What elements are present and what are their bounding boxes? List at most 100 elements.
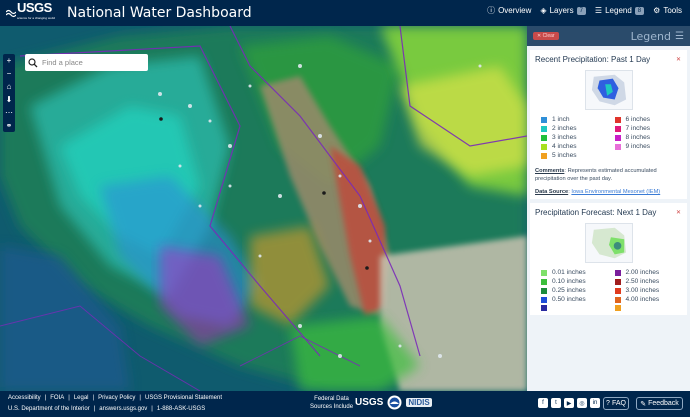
federal-line2: Sources Include [310, 404, 354, 410]
footer-link-legal[interactable]: Legal [74, 395, 89, 401]
swatch-color [614, 287, 621, 294]
swatch-label: 9 inches [625, 143, 651, 150]
precip-thumbnail-map [584, 70, 633, 110]
swatch-label: 4 inches [552, 143, 577, 150]
footer: Accessibility | FOIA | Legal | Privacy Poli… [0, 391, 690, 417]
forecast-thumbnail-map [584, 223, 633, 263]
legend-swatch: 0.50 inches [541, 296, 609, 303]
nav-overview[interactable]: ⓘ Overview [487, 5, 531, 16]
legend-swatch: 2.00 inches [614, 269, 683, 276]
swatch-label: 5 inches [552, 152, 577, 159]
nav-layers[interactable]: ◈ Layers 7 [540, 5, 586, 16]
swatch-color [614, 116, 621, 123]
legend-swatch: 2.50 inches [614, 278, 683, 285]
footer-link-provisional[interactable]: USGS Provisional Statement [145, 395, 222, 401]
zoom-in-button[interactable]: + [3, 54, 15, 67]
swatch-color [614, 296, 621, 303]
federal-line1: Federal Data [314, 396, 349, 402]
map-layer-raster [0, 26, 527, 391]
nidis-logo[interactable]: NIDIS [406, 398, 432, 407]
locate-button[interactable]: ⬇ [3, 93, 15, 106]
search-input[interactable] [42, 58, 137, 67]
nav-legend[interactable]: ☰ Legend 8 [595, 5, 645, 16]
footer-link-privacy[interactable]: Privacy Policy [98, 395, 135, 401]
swatch-color [541, 134, 547, 141]
footer-link-answers[interactable]: answers.usgs.gov [99, 406, 147, 412]
swatch-label: 6 inches [625, 116, 651, 123]
swatch-label: 1 inch [552, 116, 570, 123]
footer-link-phone[interactable]: 1-888-ASK-USGS [157, 406, 205, 412]
place-search [25, 54, 148, 71]
swatch-label: 2 inches [552, 125, 577, 132]
layers-count-badge: 7 [576, 6, 586, 15]
faq-button[interactable]: ? FAQ [603, 397, 629, 410]
twitter-icon[interactable]: t [551, 398, 561, 408]
close-icon[interactable]: ✕ [676, 56, 681, 63]
legend-panel[interactable]: ✕ Clear Legend ☰ Recent Precipitation: P… [527, 26, 690, 391]
legend-swatch: 0.10 inches [541, 278, 609, 285]
basemap-button[interactable]: ⋯ [3, 106, 15, 119]
legend-swatch: 6 inches [614, 116, 683, 123]
legend-swatch: 0.25 inches [541, 287, 609, 294]
nav-tools[interactable]: ⚙ Tools [653, 5, 682, 16]
legend-swatch: 8 inches [614, 134, 683, 141]
legend-card-recent-precip: Recent Precipitation: Past 1 Day ✕ 1 inc… [530, 50, 687, 199]
nav-layers-label: Layers [549, 6, 574, 15]
usgs-wave-icon [6, 9, 16, 18]
map-tool-stack: + − ⌂ ⬇ ⋯ ⚭ [3, 54, 15, 132]
footer-link-accessibility[interactable]: Accessibility [8, 395, 41, 401]
gear-icon: ⚙ [653, 6, 661, 15]
data-source-link[interactable]: Iowa Environmental Mesonet (IEM) [571, 189, 660, 195]
footer-separator: | [44, 395, 47, 401]
comments-label: Comments [535, 168, 565, 174]
legend-swatch-grid: 1 inch 6 inches 2 inches 7 inches 3 inch… [535, 116, 682, 159]
feedback-label: Feedback [648, 400, 679, 407]
nav-tools-label: Tools [663, 6, 682, 15]
footer-link-foia[interactable]: FOIA [50, 395, 64, 401]
facebook-icon[interactable]: f [538, 398, 548, 408]
legend-swatch [541, 305, 609, 311]
footer-separator: | [139, 395, 141, 401]
info-icon: ⓘ [487, 6, 496, 15]
usgs-partner-logo[interactable]: USGS [355, 397, 383, 408]
youtube-icon[interactable]: ▶ [564, 398, 574, 408]
swatch-color [541, 296, 547, 303]
share-link-button[interactable]: ⚭ [3, 119, 15, 132]
clear-legend-button[interactable]: ✕ Clear [533, 32, 559, 40]
top-bar: USGS science for a changing world Nation… [0, 0, 690, 26]
map-canvas[interactable]: + − ⌂ ⬇ ⋯ ⚭ [0, 26, 527, 391]
noaa-logo-icon[interactable] [387, 395, 402, 410]
instagram-icon[interactable]: ◎ [577, 398, 587, 408]
swatch-color [614, 134, 621, 141]
legend-swatch-grid: 0.01 inches 2.00 inches 0.10 inches 2.50… [535, 269, 682, 311]
swatch-color [541, 287, 547, 294]
swatch-color [541, 125, 547, 132]
footer-separator: | [151, 406, 153, 412]
usgs-logo[interactable]: USGS science for a changing world [6, 1, 55, 23]
swatch-label: 3.00 inches [625, 287, 660, 294]
data-source-label: Data Source [535, 189, 569, 195]
close-icon[interactable]: ✕ [676, 209, 681, 216]
footer-link-doi[interactable]: U.S. Department of the Interior [8, 406, 90, 412]
social-links: f t ▶ ◎ in [538, 398, 600, 408]
swatch-label: 2.00 inches [625, 269, 660, 276]
swatch-color [614, 143, 621, 150]
swatch-label: 2.50 inches [625, 278, 660, 285]
footer-separator: | [92, 395, 95, 401]
zoom-out-button[interactable]: − [3, 67, 15, 80]
feedback-button[interactable]: ✎ Feedback [636, 397, 683, 410]
layers-icon: ◈ [540, 6, 547, 15]
swatch-color [541, 278, 547, 285]
legend-swatch: 4 inches [541, 143, 609, 150]
legend-card-precip-forecast: Precipitation Forecast: Next 1 Day ✕ 0.0… [530, 203, 687, 315]
federal-sources-text: Federal Data Sources Include [310, 395, 353, 411]
home-button[interactable]: ⌂ [3, 80, 15, 93]
legend-swatch: 9 inches [614, 143, 683, 150]
legend-list-icon: ☰ [675, 30, 684, 42]
legend-swatch: 3.00 inches [614, 287, 683, 294]
legend-comments: Comments: Represents estimated accumulat… [535, 168, 657, 182]
footer-separator: | [68, 395, 70, 401]
legend-card-title: Precipitation Forecast: Next 1 Day [535, 208, 657, 217]
legend-title: Legend [630, 29, 672, 43]
linkedin-icon[interactable]: in [590, 398, 600, 408]
